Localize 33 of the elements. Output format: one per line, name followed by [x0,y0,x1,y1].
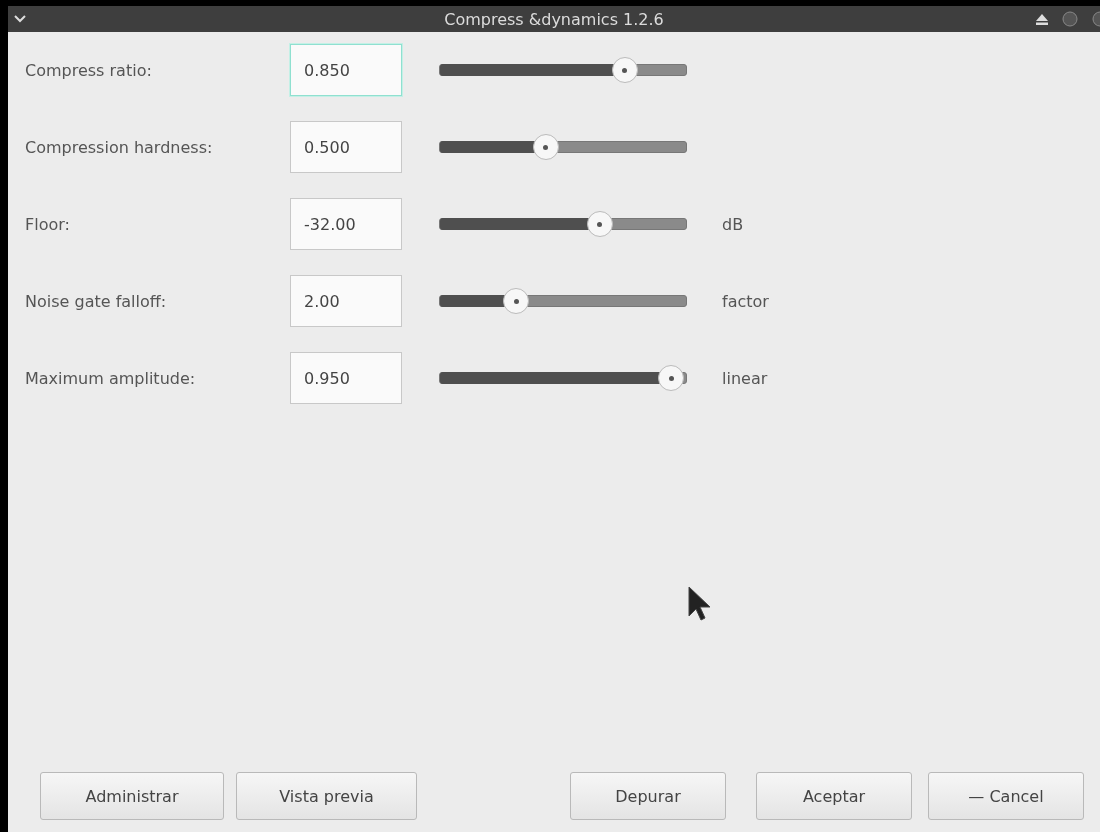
slider-thumb[interactable] [586,211,613,237]
field-label: Compress ratio: [25,60,153,80]
dialog-button[interactable]: Vista previa [236,772,417,820]
value-field[interactable]: -32.00 [290,198,402,250]
field-label: Compression hardness: [25,137,214,157]
dialog-button[interactable]: Administrar [40,772,224,820]
slider-thumb[interactable] [532,134,559,160]
slider[interactable] [439,133,687,161]
mouse-pointer-icon [688,586,712,622]
eject-icon[interactable] [1036,13,1048,25]
field-label: Floor: [25,214,71,234]
slider[interactable] [439,287,687,315]
unit-label: factor [722,291,769,311]
field-label: Noise gate falloff: [25,291,168,311]
window-control-icon[interactable] [1062,11,1078,27]
dialog-button[interactable]: Aceptar [756,772,912,820]
value-field[interactable]: 0.850 [290,44,402,96]
slider[interactable] [439,364,687,392]
chevron-down-icon[interactable] [14,15,26,23]
slider[interactable] [439,56,687,84]
unit-label: dB [722,214,744,234]
value-field[interactable]: 0.950 [290,352,402,404]
slider[interactable] [439,210,687,238]
dialog-button[interactable]: — Cancel [928,772,1084,820]
value-field[interactable]: 0.500 [290,121,402,173]
dialog-button[interactable]: Depurar [570,772,726,820]
slider-thumb[interactable] [611,57,638,83]
value-field[interactable]: 2.00 [290,275,402,327]
slider-thumb[interactable] [503,288,530,314]
field-label: Maximum amplitude: [25,368,197,388]
unit-label: linear [722,368,768,388]
window-title: Compress &dynamics 1.2.6 [444,9,664,29]
slider-thumb[interactable] [658,365,685,391]
